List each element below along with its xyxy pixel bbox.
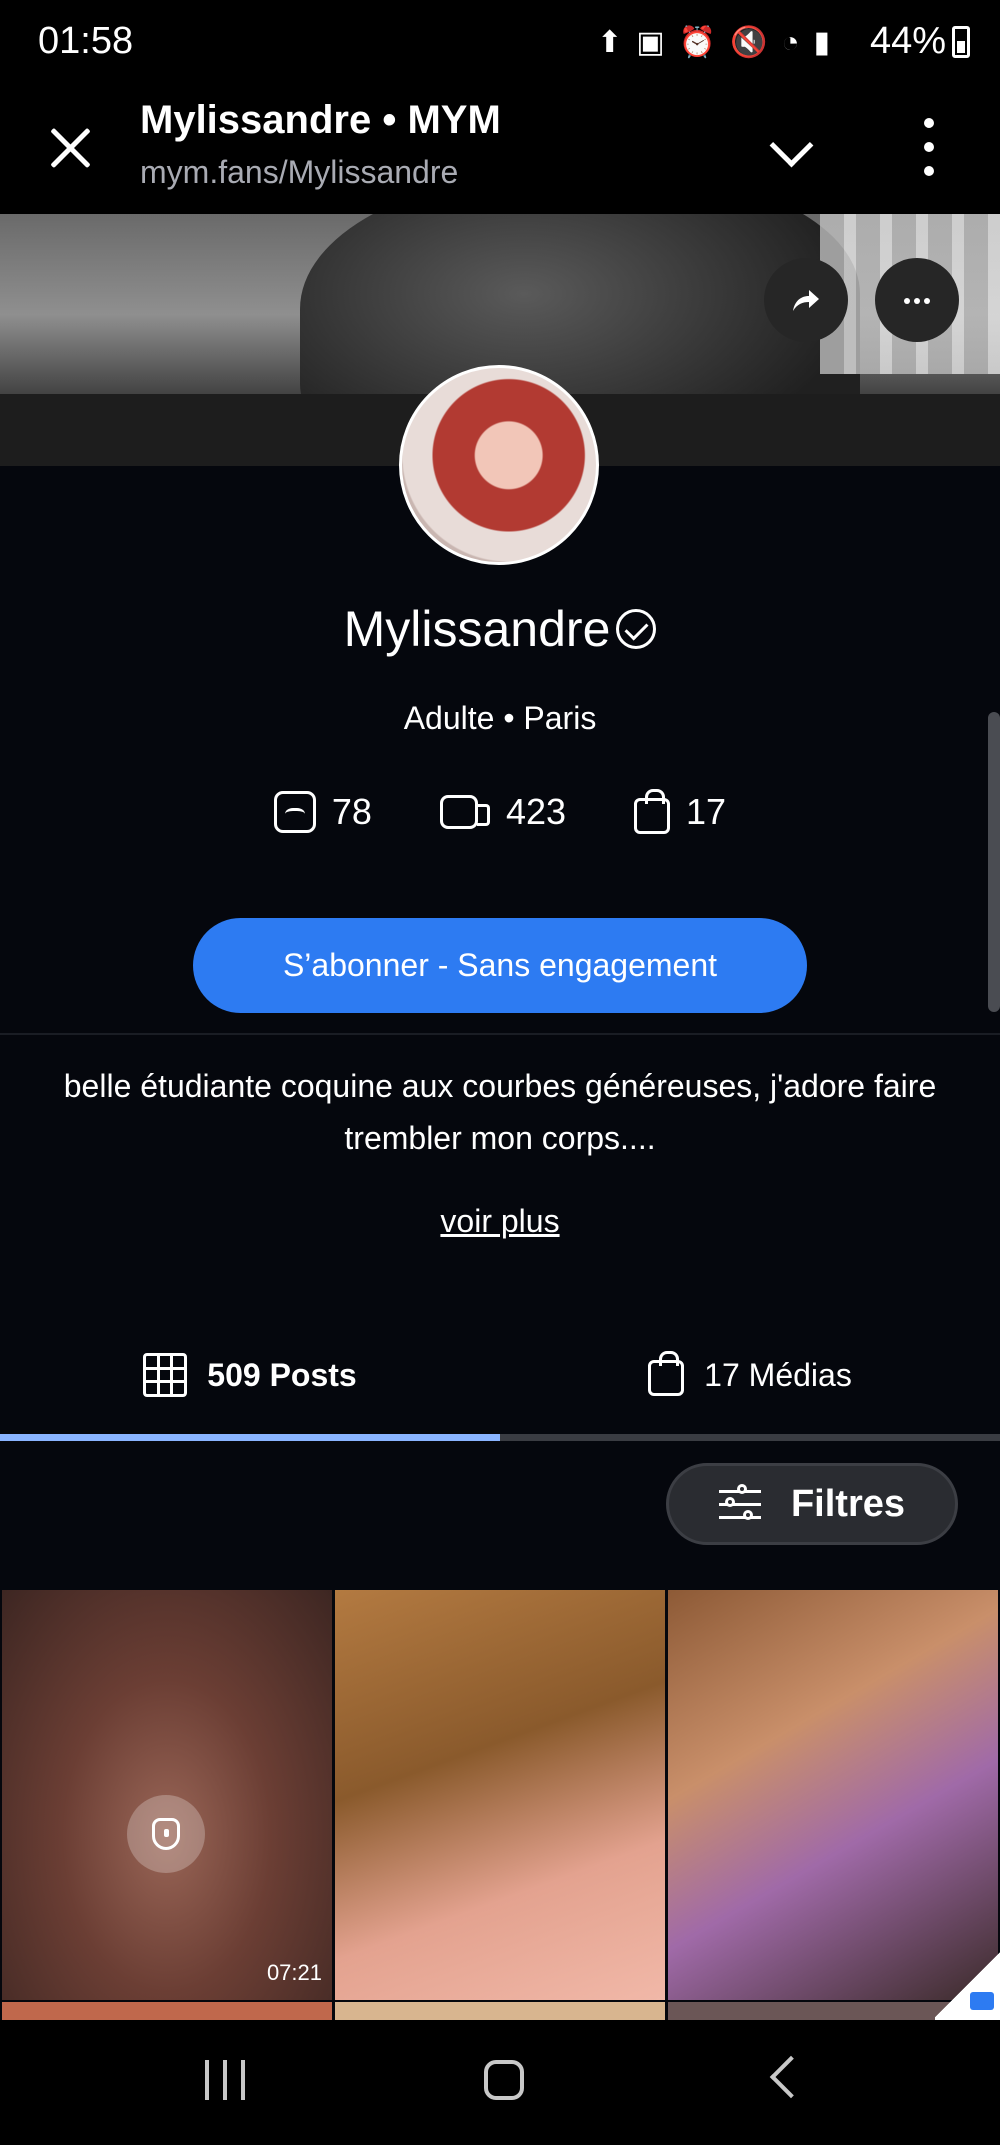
stat-videos: 423 (439, 790, 567, 834)
battery-percent: 44% (869, 20, 946, 62)
tab-medias-label: 17 Médias (704, 1356, 852, 1393)
page-title: Mylissandre • MYM (140, 98, 501, 142)
media-tile-locked-video[interactable]: 07:21 (2, 1590, 332, 2000)
signal-icon: ▮ (813, 26, 830, 59)
stat-videos-count: 423 (505, 791, 567, 832)
clipboard-icon: ▣ (636, 26, 665, 59)
status-time: 01:58 (38, 20, 134, 62)
shopping-bag-icon (648, 1351, 685, 1396)
alarm-icon: ⏰ (678, 26, 716, 59)
page-url[interactable]: mym.fans/Mylissandre (140, 154, 458, 191)
battery-icon (952, 25, 970, 58)
subscribe-button[interactable]: S’abonner - Sans engagement (193, 918, 807, 1013)
profile-meta: Adulte • Paris (403, 700, 597, 736)
share-button[interactable] (764, 258, 848, 342)
stat-photos-count: 78 (331, 791, 372, 832)
tab-active-indicator (0, 1434, 500, 1441)
stat-photos: 78 (273, 790, 372, 834)
chevron-down-icon[interactable] (760, 124, 820, 174)
media-tile[interactable] (335, 2002, 665, 2022)
avatar[interactable] (399, 365, 599, 565)
tab-posts[interactable]: 509 Posts (0, 1315, 500, 1435)
scrollbar[interactable] (988, 712, 1000, 1012)
back-icon[interactable] (769, 2055, 813, 2099)
lock-button[interactable] (127, 1795, 205, 1873)
media-grid: 07:21 (0, 1590, 1000, 2022)
more-icon (902, 291, 932, 309)
status-icons: ⬆ ▣ ⏰ 🔇 ◔ ▮ (597, 26, 830, 60)
stat-purchases-count: 17 (686, 791, 727, 832)
browser-toolbar: Mylissandre • MYM mym.fans/Mylissandre (0, 88, 1000, 214)
home-icon[interactable] (484, 2060, 524, 2100)
video-duration: 07:21 (266, 1960, 322, 1985)
stat-purchases: 17 (634, 789, 727, 834)
mute-icon: 🔇 (730, 26, 768, 59)
sliders-icon (718, 1484, 761, 1522)
see-more-link[interactable]: voir plus (0, 1203, 1000, 1240)
close-icon[interactable] (40, 118, 100, 178)
shopping-bag-icon (634, 789, 671, 834)
more-options-button[interactable] (875, 258, 959, 342)
divider (0, 1033, 1000, 1035)
filters-label: Filtres (790, 1482, 906, 1525)
corner-badge-icon[interactable] (935, 1950, 1000, 2020)
recent-apps-icon[interactable] (205, 2060, 245, 2100)
profile-bio: belle étudiante coquine aux courbes géné… (63, 1068, 937, 1156)
menu-kebab-icon[interactable] (912, 118, 948, 178)
profile-name-row: Mylissandre (0, 600, 1000, 658)
battery-indicator: 44% (870, 20, 970, 63)
grid-icon (143, 1353, 188, 1397)
video-icon (439, 795, 490, 829)
filters-button[interactable]: Filtres (666, 1463, 958, 1545)
system-nav-bar (0, 2020, 1000, 2145)
tab-posts-label: 509 Posts (207, 1356, 357, 1393)
media-tile[interactable] (2, 2002, 332, 2022)
profile-stats: 78 423 17 (0, 789, 1000, 834)
tab-medias[interactable]: 17 Médias (500, 1315, 1000, 1435)
status-bar: 01:58 ⬆ ▣ ⏰ 🔇 ◔ ▮ 44% (0, 0, 1000, 88)
content-tabs: 509 Posts 17 Médias (0, 1315, 1000, 1435)
share-icon (793, 290, 819, 311)
upload-icon: ⬆ (597, 26, 623, 59)
verified-badge-icon (616, 608, 657, 649)
profile-name: Mylissandre (343, 601, 611, 657)
media-tile[interactable] (335, 1590, 665, 2000)
media-tile[interactable] (668, 1590, 998, 2000)
lock-icon (152, 1818, 180, 1850)
photo-icon (273, 791, 316, 833)
wifi-icon: ◔ (781, 26, 800, 59)
